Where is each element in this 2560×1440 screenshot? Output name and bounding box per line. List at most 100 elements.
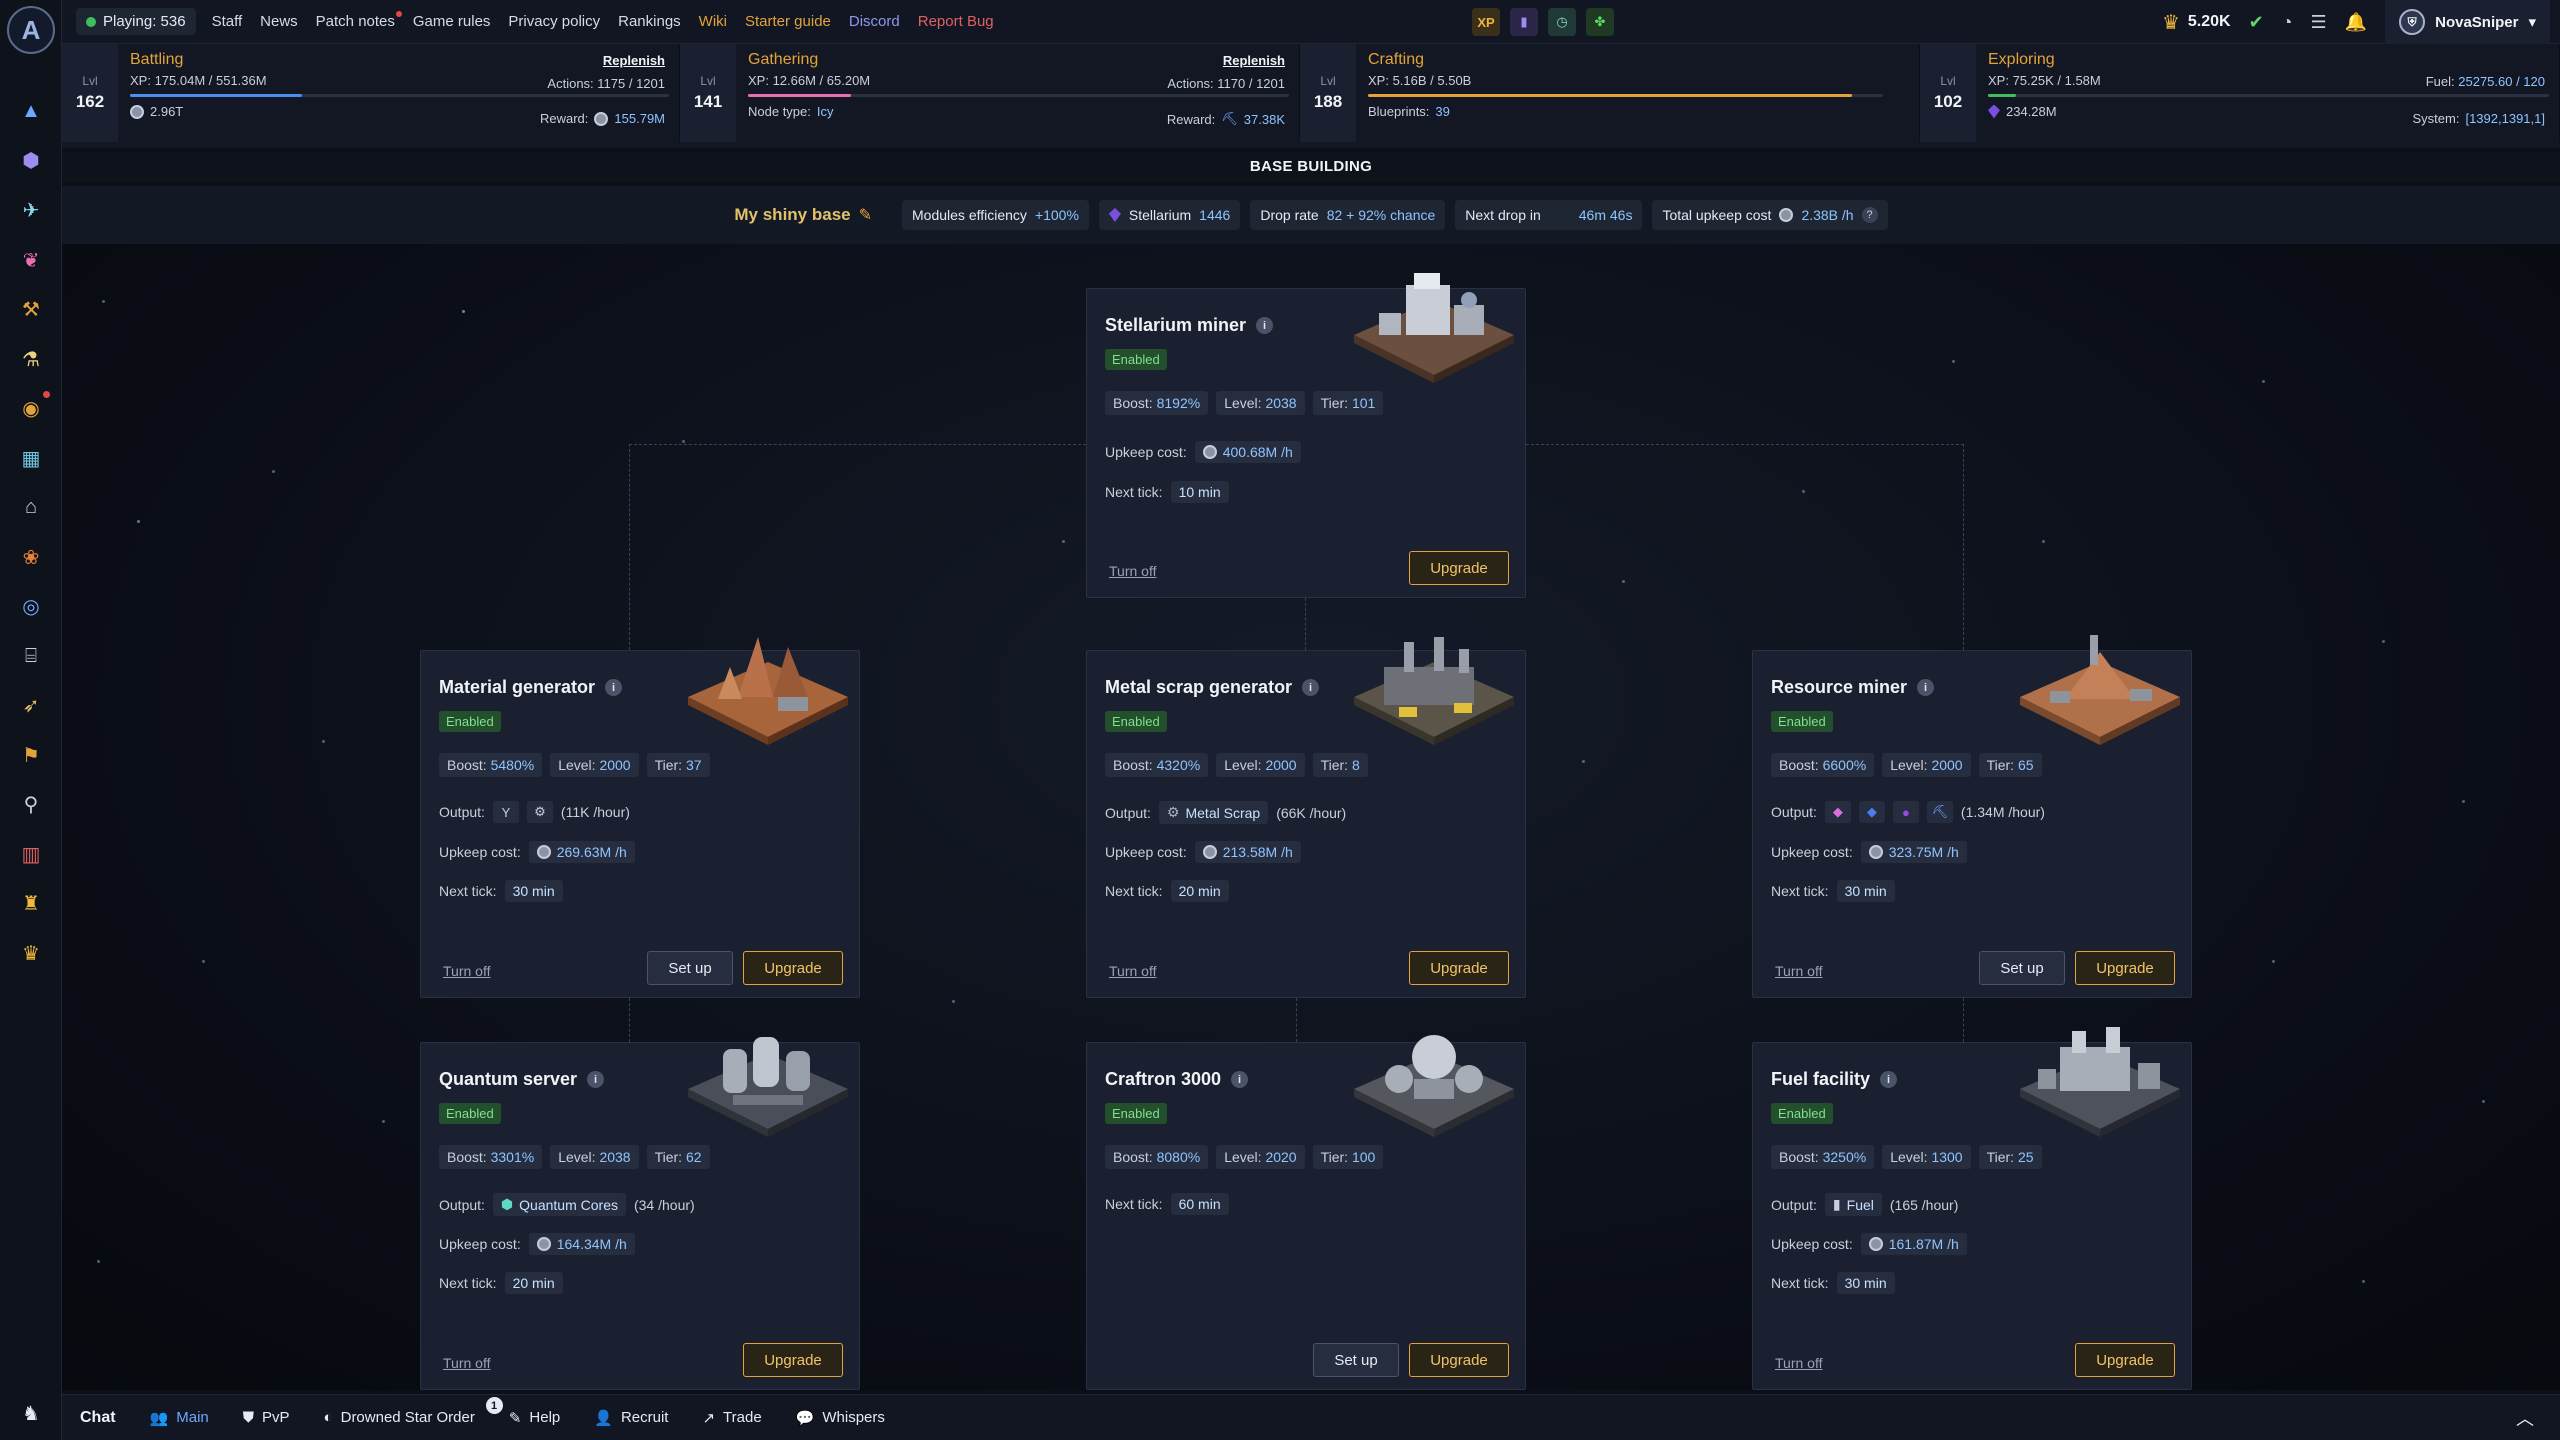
stat-value: 2000 — [1931, 757, 1963, 773]
chat-tab-help[interactable]: ✎ Help — [509, 1409, 560, 1427]
skill-battling[interactable]: Lvl 162 Battling XP: 175.04M / 551.36M 2… — [62, 44, 680, 142]
module-title-text: Resource miner — [1771, 677, 1908, 697]
info-icon[interactable]: i — [1302, 679, 1320, 696]
bell-icon[interactable]: 🔔 — [2345, 12, 2367, 33]
help-icon[interactable]: ? — [1861, 207, 1878, 223]
premium-currency[interactable]: ♛ 5.20K — [2162, 10, 2231, 35]
eye-icon[interactable]: ◎ — [16, 591, 46, 621]
info-icon[interactable]: i — [605, 679, 623, 696]
base-icon[interactable]: ⌂ — [16, 492, 46, 522]
output-row: Output: ◆ ◆ ● ⛏ (1.34M /hour) — [1771, 801, 2045, 823]
map-icon[interactable]: ▦ — [16, 443, 46, 473]
chip-label: Drop rate — [1260, 207, 1319, 223]
set-up-button[interactable]: Set up — [1979, 951, 2065, 985]
replenish-link[interactable]: Replenish — [603, 53, 665, 68]
base-name-text: My shiny base — [734, 205, 851, 224]
chat-tab-trade[interactable]: ↗ Trade — [702, 1409, 761, 1427]
cube-icon[interactable]: ⬢ — [16, 145, 46, 175]
runner-icon[interactable]: ⚑ — [16, 740, 46, 770]
set-up-button[interactable]: Set up — [1313, 1343, 1399, 1377]
add-user-icon: 👤 — [594, 1409, 613, 1427]
upgrade-button[interactable]: Upgrade — [2075, 1343, 2175, 1377]
chat-tab-whispers[interactable]: 💬 Whispers — [796, 1409, 885, 1427]
shop-icon[interactable]: ▥ — [16, 839, 46, 869]
info-icon[interactable]: i — [1256, 317, 1274, 334]
clover-boost-icon[interactable]: ✤ — [1586, 8, 1614, 36]
status-badge: Enabled — [439, 711, 501, 732]
stat-value: 2038 — [599, 1149, 631, 1165]
base-name[interactable]: My shiny base ✎ — [734, 205, 872, 225]
creature-icon[interactable]: ❦ — [16, 245, 46, 275]
crown-menu-icon[interactable]: ♛ — [16, 938, 46, 968]
nav-patch-notes[interactable]: Patch notes — [316, 11, 403, 30]
upgrade-button[interactable]: Upgrade — [2075, 951, 2175, 985]
skill-exploring[interactable]: Lvl 102 Exploring XP: 75.25K / 1.58M 234… — [1920, 44, 2560, 142]
nav-game-rules[interactable]: Game rules — [413, 13, 491, 30]
tab-label: Main — [176, 1409, 209, 1426]
chart-boost-icon[interactable]: ▮ — [1510, 8, 1538, 36]
user-menu[interactable]: ⛨ NovaSniper ▾ — [2385, 0, 2550, 44]
skill-gathering[interactable]: Lvl 141 Gathering XP: 12.66M / 65.20M No… — [680, 44, 1300, 142]
settings-figure-icon[interactable]: ♞ — [16, 1398, 46, 1428]
upgrade-button[interactable]: Upgrade — [1409, 1343, 1509, 1377]
hammer-icon[interactable]: ⚒ — [16, 294, 46, 324]
crystal-blue-icon: ◆ — [1858, 801, 1885, 823]
tab-label: PvP — [262, 1409, 290, 1426]
ship-icon[interactable]: ▲ — [16, 96, 46, 126]
planet-icon[interactable]: ◉ — [16, 391, 50, 423]
module-stats: Boost: 5480% Level: 2000 Tier: 37 — [439, 753, 710, 777]
turn-off-link[interactable]: Turn off — [1775, 963, 1822, 979]
info-icon[interactable]: i — [587, 1071, 605, 1088]
nav-wiki[interactable]: Wiki — [699, 13, 727, 30]
magnifier-icon[interactable]: ⚲ — [16, 789, 46, 819]
stat-value: 2000 — [1265, 757, 1297, 773]
pencil-icon[interactable]: ✎ — [859, 205, 872, 225]
turn-off-link[interactable]: Turn off — [443, 1355, 490, 1371]
xp-boost-icon[interactable]: XP — [1472, 8, 1500, 36]
nav-discord[interactable]: Discord — [849, 13, 900, 30]
stat-value: 65 — [2017, 757, 2034, 773]
nav-privacy-policy[interactable]: Privacy policy — [508, 13, 600, 30]
upgrade-button[interactable]: Upgrade — [743, 951, 843, 985]
next-tick-value: 30 min — [1836, 1272, 1895, 1294]
turn-off-link[interactable]: Turn off — [1109, 563, 1156, 579]
turn-off-link[interactable]: Turn off — [1775, 1355, 1822, 1371]
nav-starter-guide[interactable]: Starter guide — [745, 13, 831, 30]
online-dot-icon — [86, 16, 96, 27]
bank-building-icon[interactable]: ⌸ — [16, 641, 46, 671]
chat-tab-pvp[interactable]: ⛊ PvP — [243, 1409, 290, 1426]
info-icon[interactable]: i — [1231, 1071, 1249, 1088]
upkeep-text: 161.87M /h — [1888, 1236, 1959, 1252]
trophy-icon[interactable]: ♜ — [16, 888, 46, 918]
turn-off-link[interactable]: Turn off — [443, 963, 490, 979]
turn-off-link[interactable]: Turn off — [1109, 963, 1156, 979]
upgrade-button[interactable]: Upgrade — [1409, 951, 1509, 985]
set-up-button[interactable]: Set up — [647, 951, 733, 985]
replenish-link[interactable]: Replenish — [1223, 53, 1285, 68]
upgrade-button[interactable]: Upgrade — [743, 1343, 843, 1377]
info-icon[interactable]: i — [1917, 679, 1935, 696]
pencil-icon: ✎ — [508, 1409, 522, 1427]
chevron-up-icon[interactable]: ︿ — [2516, 1405, 2534, 1431]
game-logo[interactable]: A — [7, 6, 55, 54]
check-icon[interactable]: ✔ — [2249, 12, 2264, 33]
clock-boost-icon[interactable]: ◷ — [1548, 8, 1576, 36]
chat-tab-main[interactable]: 👥 Main — [150, 1409, 209, 1427]
upgrade-button[interactable]: Upgrade — [1409, 551, 1509, 585]
chat-tab-recruit[interactable]: 👤 Recruit — [594, 1409, 668, 1427]
row-label: Upkeep cost: — [439, 1236, 521, 1252]
info-icon[interactable]: i — [1880, 1071, 1898, 1088]
nav-rankings[interactable]: Rankings — [618, 13, 681, 30]
material-generator-illustration — [688, 637, 848, 745]
nav-staff[interactable]: Staff — [212, 13, 243, 30]
chat-tab-drowned-star-order[interactable]: ◐ Drowned Star Order 1 — [324, 1397, 503, 1426]
skill-crafting[interactable]: Lvl 188 Crafting XP: 5.16B / 5.50B Bluep… — [1300, 44, 1920, 142]
paw-icon[interactable]: ❀ — [16, 542, 46, 572]
spaceship-icon[interactable]: ✈ — [16, 195, 46, 225]
nav-report-bug[interactable]: Report Bug — [918, 13, 994, 30]
nav-news[interactable]: News — [260, 13, 298, 30]
clock-icon[interactable]: ◔ — [2282, 12, 2293, 33]
bank-icon[interactable]: ☰ — [2311, 12, 2327, 33]
rocket-icon[interactable]: ➶ — [16, 690, 46, 720]
flask-icon[interactable]: ⚗ — [16, 344, 46, 374]
